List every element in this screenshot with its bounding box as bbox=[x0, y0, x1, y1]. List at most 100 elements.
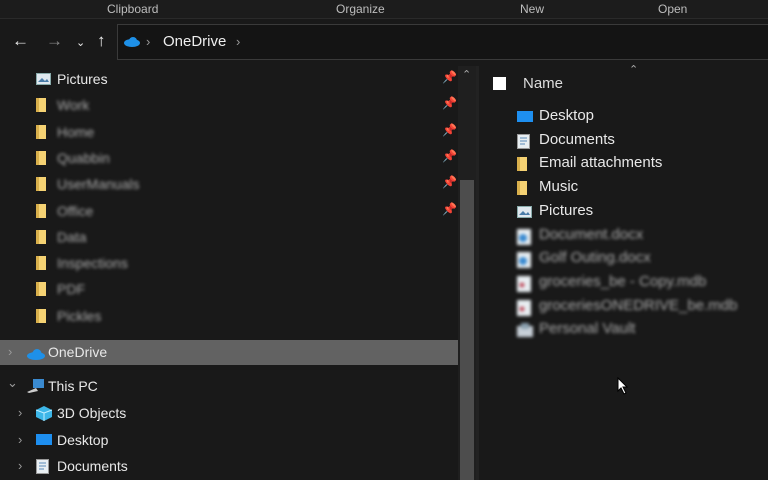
nav-item-quick-access[interactable]: Pictures 📌 bbox=[0, 67, 458, 92]
pictures-icon bbox=[36, 72, 51, 88]
personal-vault-icon bbox=[517, 323, 533, 341]
nav-item-label: 3D Objects bbox=[57, 405, 127, 421]
folder-icon bbox=[36, 256, 46, 271]
file-name: Document.docx bbox=[539, 225, 644, 243]
access-file-icon bbox=[517, 299, 531, 320]
onedrive-cloud-icon bbox=[124, 37, 140, 47]
recent-locations-button[interactable]: ⌄ bbox=[76, 36, 85, 49]
nav-item-quick-access[interactable]: Home 📌 bbox=[0, 120, 458, 145]
file-name: Golf Outing.docx bbox=[539, 249, 651, 267]
word-file-icon bbox=[517, 252, 531, 272]
ribbon-group-clipboard: Clipboard bbox=[107, 2, 159, 16]
nav-item-quick-access[interactable]: Data bbox=[0, 225, 458, 250]
file-name: Desktop bbox=[539, 107, 595, 124]
nav-item-label: Inspections bbox=[57, 255, 128, 272]
pin-icon[interactable]: 📌 bbox=[442, 96, 457, 110]
nav-item-quick-access[interactable]: Pickles bbox=[0, 304, 458, 329]
ribbon-group-organize: Organize bbox=[336, 2, 385, 16]
nav-item-this-pc[interactable]: ⌄ This PC bbox=[0, 374, 458, 399]
ribbon-group-open: Open bbox=[658, 2, 688, 16]
navigation-pane: Pictures 📌 Work 📌 Home 📌 Quabbin 📌 UserM… bbox=[0, 66, 458, 480]
documents-icon bbox=[517, 133, 530, 153]
folder-icon bbox=[36, 124, 46, 139]
scroll-up-icon[interactable]: ⌃ bbox=[462, 68, 471, 81]
nav-item-label: This PC bbox=[48, 378, 98, 394]
3d-objects-icon bbox=[35, 406, 53, 424]
nav-item-label: Quabbin bbox=[57, 149, 110, 166]
mouse-cursor-icon bbox=[617, 377, 629, 395]
file-name: Documents bbox=[539, 130, 615, 148]
folder-icon bbox=[36, 150, 46, 165]
chevron-down-icon[interactable]: ⌄ bbox=[7, 375, 18, 391]
folder-icon bbox=[517, 181, 527, 196]
nav-item-quick-access[interactable]: PDF bbox=[0, 277, 458, 302]
pin-icon[interactable]: 📌 bbox=[442, 70, 457, 84]
this-pc-icon bbox=[27, 379, 45, 396]
navigation-bar: ← → ⌄ ↑ › OneDrive › bbox=[0, 19, 768, 65]
folder-icon bbox=[36, 308, 46, 323]
nav-item-label: Home bbox=[57, 123, 95, 140]
folder-icon bbox=[36, 282, 46, 297]
desktop-icon bbox=[36, 433, 52, 449]
breadcrumb-onedrive[interactable]: OneDrive bbox=[163, 33, 226, 50]
nav-item-this-pc-child[interactable]: › 3D Objects bbox=[0, 401, 458, 426]
file-name: Personal Vault bbox=[539, 320, 636, 338]
folder-icon bbox=[517, 157, 527, 172]
nav-item-quick-access[interactable]: Work 📌 bbox=[0, 93, 458, 118]
desktop-icon bbox=[517, 110, 533, 127]
pin-icon[interactable]: 📌 bbox=[442, 123, 457, 137]
back-button[interactable]: ← bbox=[12, 31, 29, 51]
forward-button[interactable]: → bbox=[46, 31, 63, 51]
pictures-icon bbox=[517, 205, 532, 222]
word-file-icon bbox=[517, 228, 531, 249]
ribbon-group-labels: Clipboard Organize New Open bbox=[0, 0, 768, 19]
up-button[interactable]: ↑ bbox=[97, 31, 106, 51]
folder-icon bbox=[36, 229, 46, 244]
pin-icon[interactable]: 📌 bbox=[442, 149, 457, 163]
nav-item-this-pc-child[interactable]: › Documents bbox=[0, 454, 458, 479]
sort-ascending-icon: ⌃ bbox=[629, 64, 639, 76]
folder-icon bbox=[36, 177, 46, 192]
documents-icon bbox=[36, 459, 49, 477]
nav-item-label: OneDrive bbox=[48, 344, 108, 360]
access-file-icon bbox=[517, 275, 531, 296]
chevron-right-icon[interactable]: › bbox=[18, 405, 22, 420]
nav-item-label: Pictures bbox=[57, 71, 108, 87]
chevron-right-icon[interactable]: › bbox=[18, 458, 22, 473]
nav-item-quick-access[interactable]: Quabbin 📌 bbox=[0, 146, 458, 171]
folder-icon bbox=[36, 98, 46, 113]
nav-item-label: Desktop bbox=[57, 431, 109, 448]
ribbon-group-new: New bbox=[520, 2, 545, 16]
nav-item-quick-access[interactable]: Inspections bbox=[0, 251, 458, 276]
pin-icon[interactable]: 📌 bbox=[442, 202, 457, 216]
nav-item-label: Work bbox=[57, 97, 90, 114]
nav-scrollbar[interactable]: ⌃ bbox=[458, 66, 476, 480]
onedrive-cloud-icon bbox=[26, 347, 46, 363]
pin-icon[interactable]: 📌 bbox=[442, 175, 457, 189]
nav-item-quick-access[interactable]: UserManuals 📌 bbox=[0, 172, 458, 197]
nav-item-quick-access[interactable]: Office 📌 bbox=[0, 199, 458, 224]
nav-item-label: Pickles bbox=[57, 307, 102, 324]
file-name: Music bbox=[539, 178, 579, 196]
file-name: Email attachments bbox=[539, 154, 663, 172]
folder-icon bbox=[36, 203, 46, 218]
address-bar[interactable]: › OneDrive › bbox=[117, 24, 768, 60]
nav-item-label: Documents bbox=[57, 458, 128, 474]
column-header-name[interactable]: Name bbox=[523, 75, 563, 92]
file-name: Pictures bbox=[539, 201, 594, 219]
nav-item-label: Office bbox=[57, 202, 94, 219]
nav-item-label: UserManuals bbox=[57, 176, 140, 193]
breadcrumb-expand-icon[interactable]: › bbox=[236, 34, 240, 49]
breadcrumb-separator-icon: › bbox=[146, 34, 151, 49]
file-name: groceries_be - Copy.mdb bbox=[539, 272, 707, 290]
scrollbar-thumb[interactable] bbox=[460, 180, 474, 480]
select-all-checkbox[interactable] bbox=[493, 77, 506, 90]
nav-item-this-pc-child[interactable]: › Desktop bbox=[0, 428, 458, 453]
file-name: groceriesONEDRIVE_be.mdb bbox=[539, 296, 738, 314]
file-list: Name ⌃ Desktop Documents Email attachmen… bbox=[479, 64, 768, 480]
nav-item-label: PDF bbox=[57, 281, 85, 298]
nav-item-onedrive[interactable]: › OneDrive bbox=[0, 340, 458, 365]
chevron-right-icon[interactable]: › bbox=[18, 432, 22, 447]
chevron-right-icon[interactable]: › bbox=[8, 344, 12, 359]
nav-item-label: Data bbox=[57, 228, 87, 245]
